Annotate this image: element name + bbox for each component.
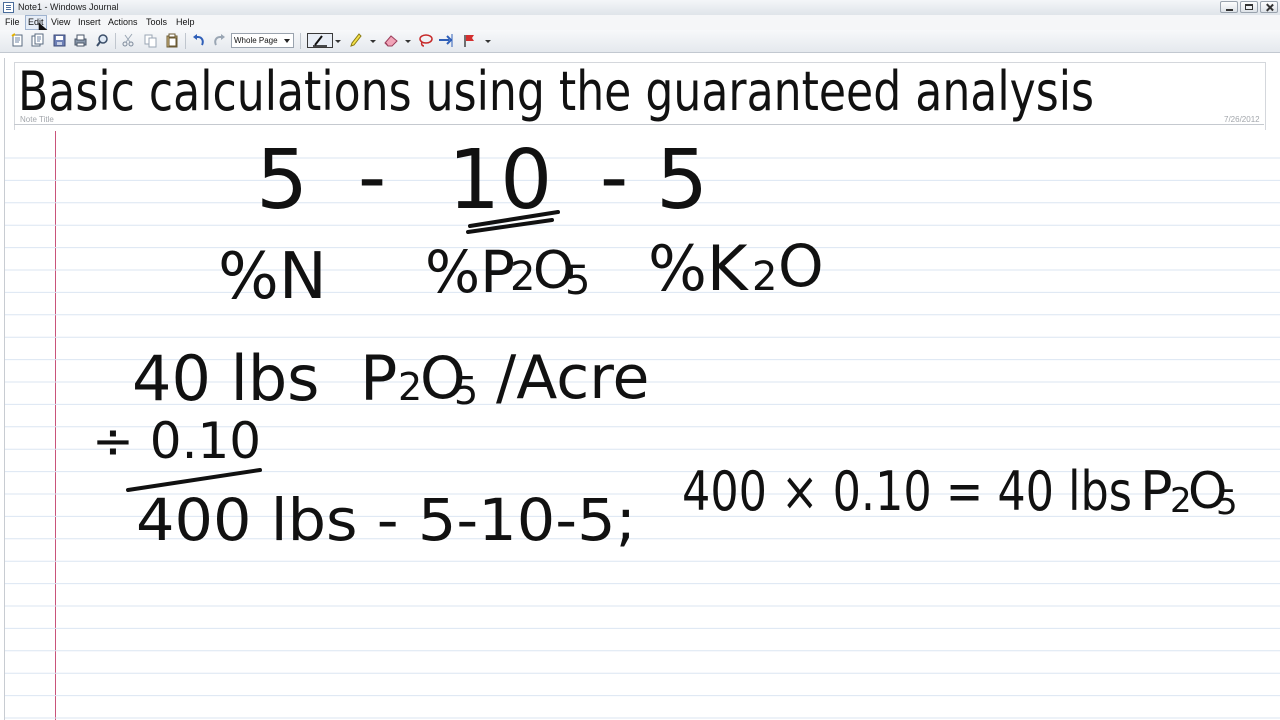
grade-dash-1: -: [358, 133, 386, 223]
check-p: P: [1140, 460, 1173, 523]
grade-n: 5: [256, 133, 308, 228]
nutrient-p: %P: [425, 238, 515, 306]
nutrient-n: %N: [218, 240, 327, 314]
rate-sub2: 5: [454, 369, 478, 413]
check-sub2: 5: [1216, 483, 1238, 523]
nutrient-p-sub: 2: [510, 254, 535, 300]
ink-layer: Basic calculations using the guaranteed …: [5, 60, 1280, 719]
rate-quantity: 40 lbs: [132, 342, 319, 415]
result-line: 400 lbs - 5-10-5;: [136, 486, 636, 554]
rate-unit: /Acre: [496, 343, 649, 413]
divisor: ÷ 0.10: [92, 412, 261, 470]
nutrient-k: %K: [648, 232, 749, 305]
grade-k: 5: [656, 133, 708, 228]
nutrient-p-sub2: 5: [565, 258, 590, 304]
rate-p: P: [360, 342, 397, 415]
rate-sub: 2: [398, 365, 422, 409]
nutrient-k-o: O: [778, 232, 824, 300]
note-heading: Basic calculations using the guaranteed …: [18, 60, 1094, 123]
nutrient-k-sub: 2: [752, 254, 777, 300]
check-line: 400 × 0.10 = 40 lbs: [682, 460, 1132, 523]
grade-dash-2: -: [600, 133, 628, 223]
